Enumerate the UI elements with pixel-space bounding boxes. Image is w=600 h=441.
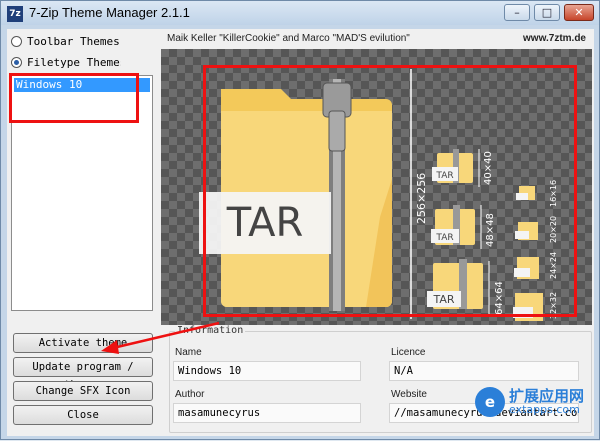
annotation-arrow xyxy=(101,321,220,354)
main-window: 7z 7-Zip Theme Manager 2.1.1 – □ ✕ Toolb… xyxy=(0,0,600,440)
